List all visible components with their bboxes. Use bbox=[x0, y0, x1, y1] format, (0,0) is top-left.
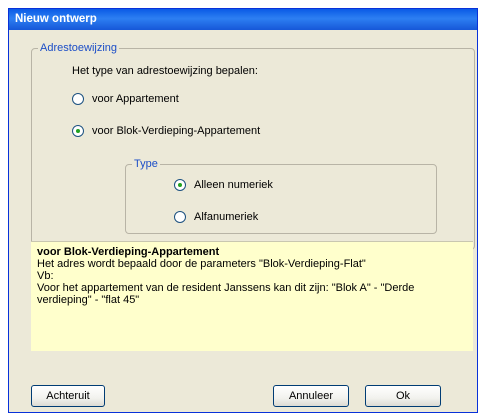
address-group-legend: Adrestoewijzing bbox=[38, 41, 120, 55]
radio-label-block-floor-apartment: voor Blok-Verdieping-Appartement bbox=[92, 125, 261, 137]
radio-button-numeric-only[interactable] bbox=[174, 179, 186, 191]
radio-button-alphanumeric[interactable] bbox=[174, 211, 186, 223]
type-group: Type Alleen numeriek Alfanumeriek bbox=[125, 157, 437, 234]
ok-button[interactable]: Ok bbox=[365, 385, 441, 407]
radio-label-apartment: voor Appartement bbox=[92, 93, 179, 105]
assignment-type-prompt: Het type van adrestoewijzing bepalen: bbox=[72, 65, 258, 77]
radio-label-numeric-only: Alleen numeriek bbox=[194, 179, 273, 191]
radio-button-apartment[interactable] bbox=[72, 93, 84, 105]
dialog-content: Adrestoewijzing Het type van adrestoewij… bbox=[9, 30, 477, 412]
type-group-legend: Type bbox=[132, 157, 160, 171]
cancel-button[interactable]: Annuleer bbox=[273, 385, 349, 407]
radio-label-alphanumeric: Alfanumeriek bbox=[194, 211, 259, 223]
radio-button-block-floor-apartment[interactable] bbox=[72, 125, 84, 137]
dialog-window: Nieuw ontwerp Adrestoewijzing Het type v… bbox=[8, 8, 478, 413]
help-text-line: verdieping" - "flat 45" bbox=[37, 294, 140, 306]
help-info-panel: voor Blok-Verdieping-Appartement Het adr… bbox=[31, 241, 473, 351]
radio-option-apartment[interactable]: voor Appartement bbox=[72, 93, 179, 105]
radio-option-numeric-only[interactable]: Alleen numeriek bbox=[174, 179, 273, 191]
radio-option-block-floor-apartment[interactable]: voor Blok-Verdieping-Appartement bbox=[72, 125, 260, 137]
help-title: voor Blok-Verdieping-Appartement bbox=[37, 246, 220, 258]
help-text-line: Voor het appartement van de resident Jan… bbox=[37, 282, 415, 294]
help-text-line: Het adres wordt bepaald door de paramete… bbox=[37, 258, 366, 270]
window-title: Nieuw ontwerp bbox=[15, 13, 97, 25]
help-example-label: Vb: bbox=[37, 270, 54, 282]
title-bar[interactable]: Nieuw ontwerp bbox=[9, 9, 477, 30]
back-button[interactable]: Achteruit bbox=[31, 385, 105, 407]
radio-option-alphanumeric[interactable]: Alfanumeriek bbox=[174, 211, 258, 223]
